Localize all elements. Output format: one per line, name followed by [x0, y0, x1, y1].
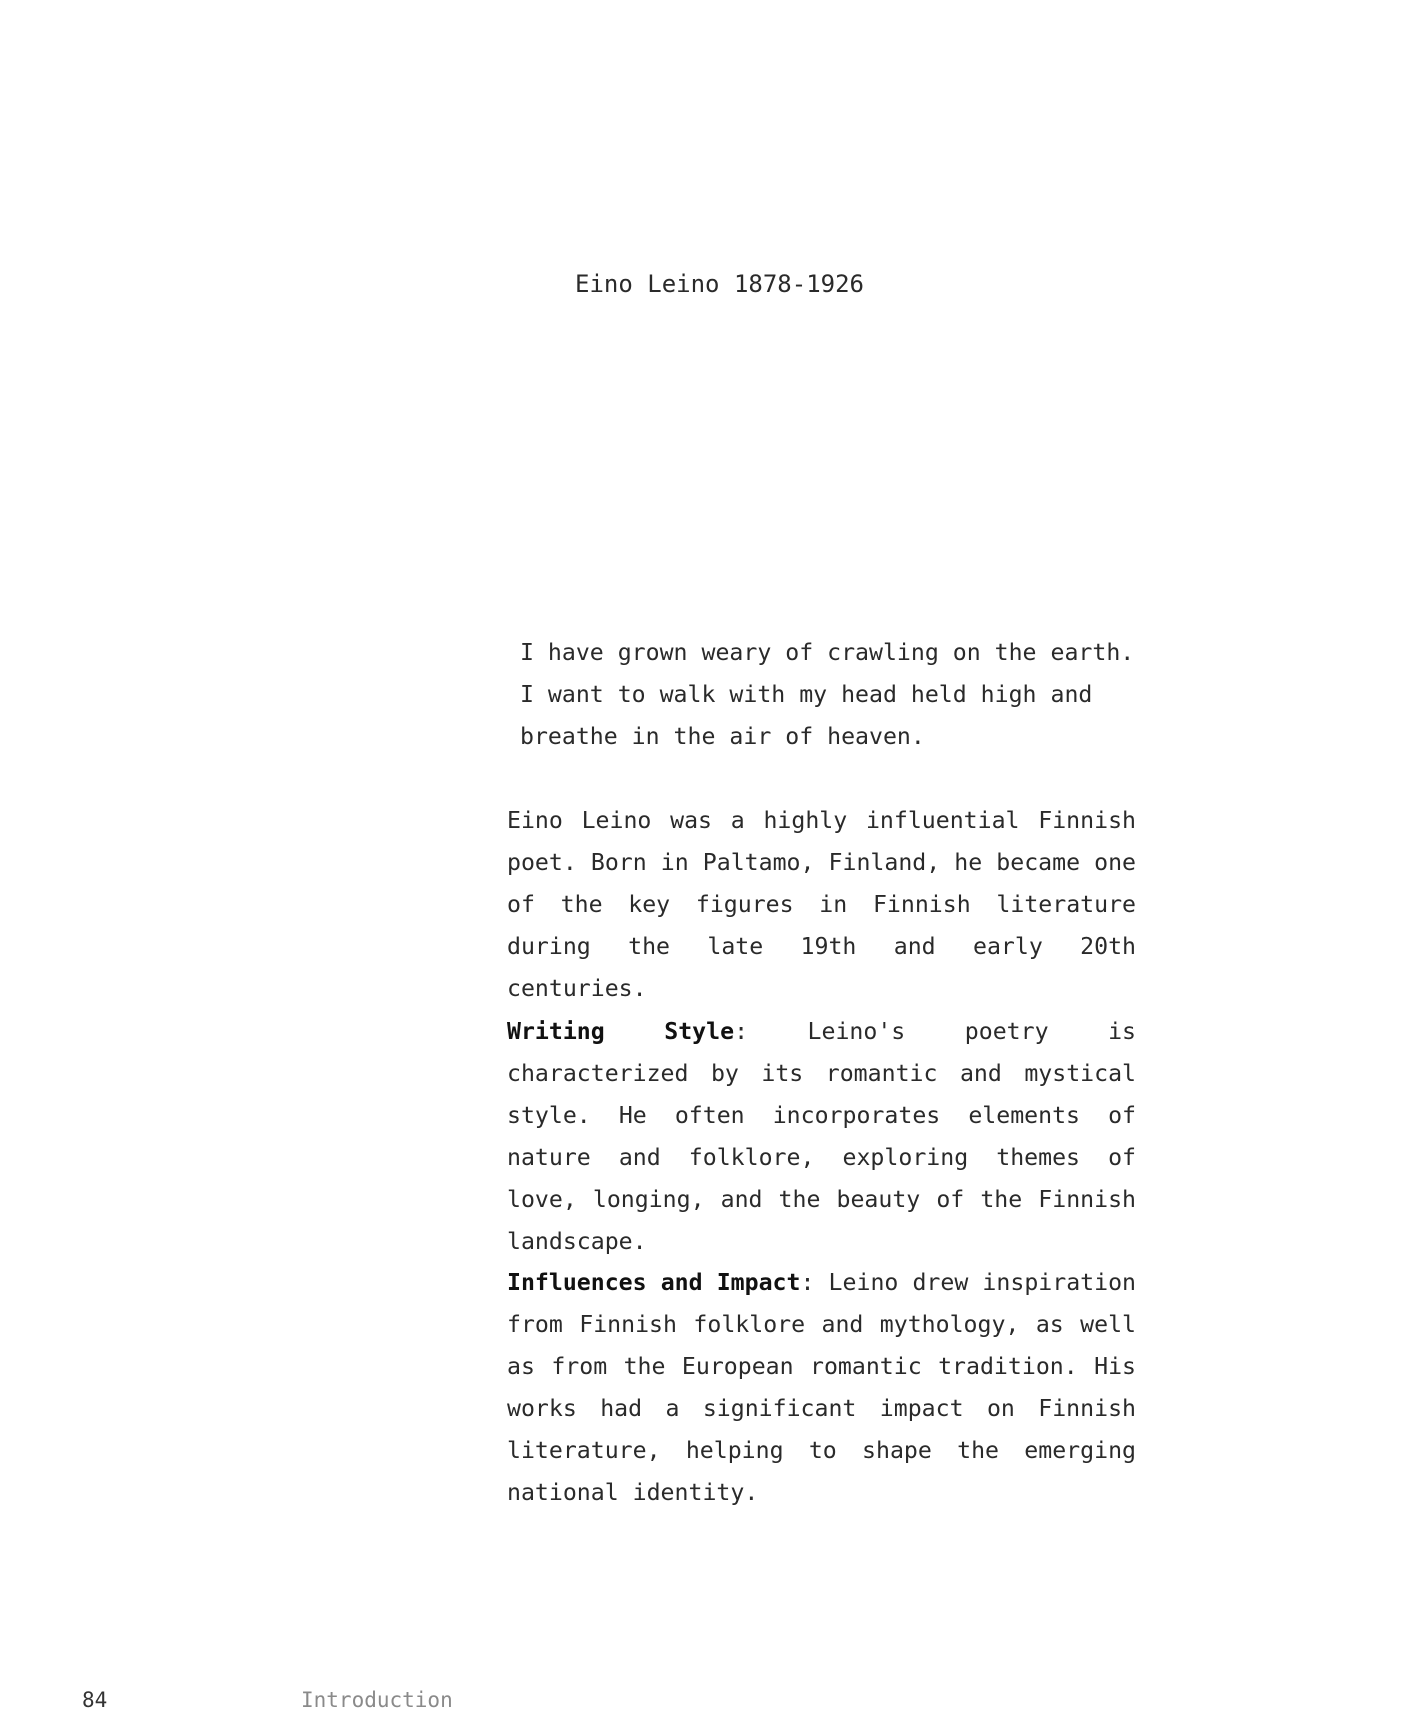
epigraph-quote: I have grown weary of crawling on the ea…	[520, 639, 1135, 750]
section-name: Introduction	[301, 1688, 453, 1712]
writing-style-paragraph: Writing Style: Leino's poetry is charact…	[507, 1011, 1136, 1263]
intro-paragraph: Eino Leino was a highly influential Finn…	[507, 807, 1136, 1002]
influences-text: : Leino drew inspiration from Finnish fo…	[507, 1269, 1136, 1506]
page-title: Eino Leino 1878-1926	[575, 270, 864, 298]
writing-style-heading: Writing Style	[507, 1018, 735, 1045]
writing-style-text: : Leino's poetry is characterized by its…	[507, 1018, 1137, 1255]
influences-heading: Influences and Impact	[507, 1269, 801, 1296]
page-number: 84	[82, 1688, 108, 1712]
influences-paragraph: Influences and Impact: Leino drew inspir…	[507, 1262, 1136, 1514]
